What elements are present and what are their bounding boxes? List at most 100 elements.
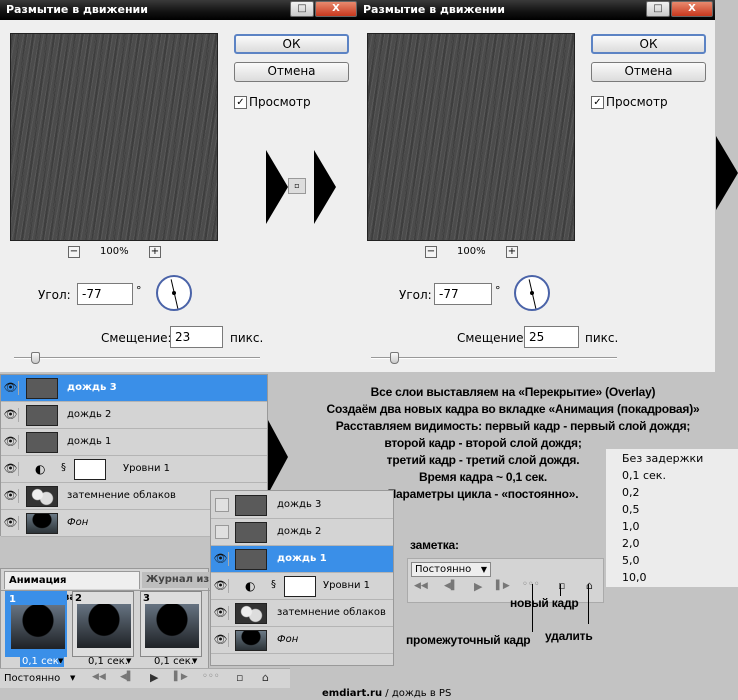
eye-icon[interactable]: 👁	[3, 381, 19, 395]
eye-icon[interactable]: 👁	[3, 462, 19, 476]
dialog-2-ok-button[interactable]: ОК	[591, 34, 706, 54]
layer-mask-thumbnail	[284, 576, 316, 597]
frame-delay[interactable]: 0,1 сек.	[154, 656, 194, 667]
layer-row[interactable]: 👁 дождь 1	[1, 429, 267, 456]
tab-history[interactable]: Журнал изм	[142, 572, 210, 588]
arrow-icon-1	[266, 150, 288, 224]
tween-icon[interactable]: ◦◦◦	[202, 671, 220, 682]
delay-option[interactable]: 0,2	[606, 484, 738, 501]
layer-row[interactable]: дождь 2	[211, 519, 393, 546]
dialog-2-zoom-level: 100%	[457, 246, 486, 257]
dialog-2-offset-slider-thumb[interactable]	[390, 352, 399, 364]
eye-icon[interactable]: 👁	[213, 579, 229, 593]
eye-icon[interactable]: 👁	[3, 516, 19, 530]
dialog-2-cancel-button[interactable]: Отмена	[591, 62, 706, 82]
dialog-2-preview-checkbox[interactable]: ✓	[591, 96, 604, 109]
tab-animation[interactable]: Анимация (покадровая)	[4, 571, 140, 603]
dialog-1-maximize-button[interactable]: □	[290, 1, 314, 17]
chevron-down-icon[interactable]: ▼	[126, 657, 131, 665]
footer-site[interactable]: emdiart.ru	[322, 688, 382, 699]
delay-option[interactable]: 1,0	[606, 518, 738, 535]
eye-icon[interactable]: 👁	[213, 552, 229, 566]
animation-frame[interactable]: 1	[5, 591, 67, 657]
layer-thumbnail	[26, 486, 58, 507]
dialog-2-zoom-out-button[interactable]: −	[425, 246, 437, 258]
delay-option[interactable]: 0,5	[606, 501, 738, 518]
loop-select[interactable]: Постоянно ▼	[411, 562, 491, 577]
dialog-2-angle-dial[interactable]	[514, 275, 550, 311]
delay-option[interactable]: 0,1 сек.	[606, 467, 738, 484]
play-button[interactable]: ▶	[150, 671, 158, 684]
eye-icon[interactable]: 👁	[3, 408, 19, 422]
visibility-toggle[interactable]	[215, 498, 229, 512]
prev-frame-button[interactable]: ◀▌	[444, 581, 458, 591]
trash-icon[interactable]: ⌂	[262, 671, 269, 684]
note-title: заметка:	[410, 538, 459, 552]
dialog-1-preview-image[interactable]	[10, 33, 218, 241]
layer-row[interactable]: 👁 дождь 2	[1, 402, 267, 429]
dialog-1-zoom-in-button[interactable]: +	[149, 246, 161, 258]
new-frame-icon[interactable]: ▫	[236, 671, 243, 684]
delay-option[interactable]: Без задержки	[606, 450, 738, 467]
dialog-1-ok-button[interactable]: ОК	[234, 34, 349, 54]
prev-frame-button[interactable]: ◀▌	[120, 672, 134, 682]
dialog-1-angle-input[interactable]: -77	[77, 283, 133, 305]
loop-select[interactable]: Постоянно ▼	[4, 671, 84, 686]
pointer-line-delete	[588, 584, 589, 624]
eye-icon[interactable]: 👁	[3, 435, 19, 449]
eye-icon[interactable]: 👁	[213, 606, 229, 620]
layer-row[interactable]: дождь 3	[211, 492, 393, 519]
dialog-2-maximize-button[interactable]: □	[646, 1, 670, 17]
animation-frame[interactable]: 3	[140, 591, 202, 657]
footer-caption: / дождь в PS	[382, 688, 452, 699]
layer-row[interactable]: 👁 Фон	[211, 627, 393, 654]
layer-row[interactable]: 👁 ◐ § Уровни 1	[211, 573, 393, 600]
layer-thumbnail	[26, 405, 58, 426]
dialog-2-angle-input[interactable]: -77	[434, 283, 492, 305]
layer-thumbnail	[26, 378, 58, 399]
layer-name: Фон	[67, 517, 89, 528]
layer-row[interactable]: 👁 ◐ § Уровни 1	[1, 456, 267, 483]
play-button[interactable]: ▶	[474, 580, 482, 593]
instruction-line: Создаём два новых кадра во вкладке «Аним…	[326, 402, 700, 416]
dialog-1-offset-slider-track[interactable]	[14, 357, 260, 359]
eye-icon[interactable]: 👁	[3, 489, 19, 503]
next-frame-button[interactable]: ▌▶	[174, 672, 188, 682]
first-frame-button[interactable]: ◀◀	[414, 581, 428, 591]
visibility-toggle[interactable]	[215, 525, 229, 539]
dialog-1-angle-dial[interactable]	[156, 275, 192, 311]
dialog-2-zoom-in-button[interactable]: +	[506, 246, 518, 258]
dialog-1-close-button[interactable]: X	[315, 1, 357, 17]
dialog-2-offset-unit: пикс.	[585, 331, 619, 345]
loop-select-value: Постоянно	[4, 673, 61, 684]
dialog-1-zoom-out-button[interactable]: −	[68, 246, 80, 258]
dialog-1-angle-label: Угол:	[38, 288, 71, 302]
dialog-1-cancel-button[interactable]: Отмена	[234, 62, 349, 82]
next-frame-button[interactable]: ▌▶	[496, 581, 510, 591]
delay-option[interactable]: 10,0	[606, 569, 738, 586]
frame-delay[interactable]: 0,1 сек.	[88, 656, 128, 667]
dialog-1-offset-input[interactable]: 23	[170, 326, 223, 348]
dialog-2-offset-input[interactable]: 25	[524, 326, 579, 348]
dialog-1-offset-slider-thumb[interactable]	[31, 352, 40, 364]
dialog-1-preview-checkbox[interactable]: ✓	[234, 96, 247, 109]
animation-frame[interactable]: 2	[72, 591, 134, 657]
dialog-2-offset-slider-track[interactable]	[371, 357, 617, 359]
layer-row[interactable]: 👁 затемнение облаков	[211, 600, 393, 627]
chevron-down-icon[interactable]: ▼	[192, 657, 197, 665]
dialog-2-close-button[interactable]: X	[671, 1, 713, 17]
delay-option[interactable]: 5,0	[606, 552, 738, 569]
dialog-2-preview-image[interactable]	[367, 33, 575, 241]
layer-thumbnail	[235, 549, 267, 570]
layer-name: дождь 2	[277, 526, 322, 537]
layer-row[interactable]: 👁 дождь 3	[1, 375, 267, 402]
layer-name: дождь 2	[67, 409, 112, 420]
first-frame-button[interactable]: ◀◀	[92, 672, 106, 682]
eye-icon[interactable]: 👁	[213, 633, 229, 647]
delay-option[interactable]: 2,0	[606, 535, 738, 552]
layer-thumbnail	[26, 432, 58, 453]
frame-delay-menu: Без задержки 0,1 сек. 0,2 0,5 1,0 2,0 5,…	[606, 449, 738, 587]
chevron-down-icon[interactable]: ▼	[58, 657, 63, 665]
tween-icon[interactable]: ◦◦◦	[522, 579, 540, 590]
layer-row[interactable]: 👁 дождь 1	[211, 546, 393, 573]
